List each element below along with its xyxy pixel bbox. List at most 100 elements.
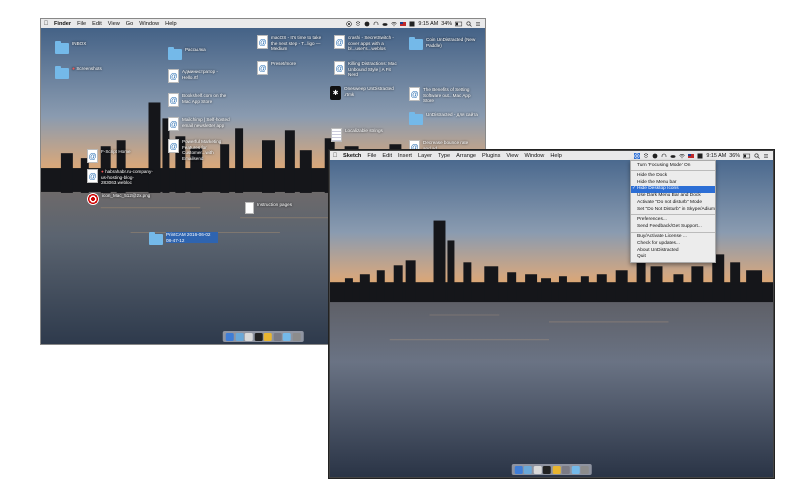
mail-icon[interactable] [235, 332, 244, 341]
menu-file[interactable]: File [364, 153, 379, 159]
sketch-icon[interactable] [552, 465, 561, 474]
desktop-icon-localizable[interactable]: Localizable strings [331, 128, 397, 142]
menu-item-dark-menu-bar[interactable]: Use Dark Menu Bar and Dock [631, 193, 715, 200]
clock[interactable]: 9:15 AM [418, 21, 438, 27]
trash-icon[interactable] [580, 465, 589, 474]
spotlight-search-icon[interactable] [754, 152, 760, 159]
desktop-icon-screenshots[interactable]: ● Screenshots [55, 66, 124, 79]
webloc-doc-icon: @ [409, 87, 420, 101]
menu-item-hide-desktop-icons[interactable]: ✓Hide Desktop Icons [631, 185, 715, 193]
menu-help[interactable]: Help [162, 21, 180, 27]
battery-icon[interactable] [455, 21, 463, 27]
menu-help[interactable]: Help [547, 153, 565, 159]
desktop-icon-printcam[interactable]: PrintCAM 2016-06-02 08-47-12 [149, 232, 218, 245]
desktop-icon-coin-undistracted[interactable]: Coin UnDistracted (New Paddle) [409, 37, 478, 50]
menu-item-preferences[interactable]: Preferences... [631, 216, 715, 223]
menu-item-hide-dock[interactable]: Hide the Dock [631, 172, 715, 179]
notification-badge-icon[interactable] [697, 153, 703, 159]
battery-icon[interactable] [743, 153, 751, 159]
webloc-doc-icon: @ [334, 61, 345, 75]
record-icon[interactable] [652, 153, 658, 159]
menu-item-skype-adium[interactable]: Set "Do Not Disturb" in Skype/Adium [631, 206, 715, 213]
finder-icon[interactable] [225, 332, 234, 341]
menu-item-check-updates[interactable]: Check for updates... [631, 240, 715, 247]
app-menu-sketch[interactable]: Sketch [340, 153, 364, 159]
menu-view[interactable]: View [503, 153, 521, 159]
desktop-icon-fscript[interactable]: @ F-Script Home [87, 149, 153, 163]
undistracted-icon[interactable] [634, 152, 641, 159]
menu-layer[interactable]: Layer [415, 153, 435, 159]
wifi-icon[interactable] [391, 21, 398, 27]
sketch-icon[interactable] [263, 332, 272, 341]
notification-center-icon[interactable] [763, 153, 769, 159]
clock[interactable]: 9:15 AM [706, 153, 726, 159]
menu-file[interactable]: File [74, 21, 89, 27]
desktop-icon-marketing[interactable]: @ Powerful Marketing Features for Custom… [168, 139, 234, 161]
desktop-icon-inbox[interactable]: INBOX [55, 41, 124, 54]
apple-menu-icon[interactable]:  [41, 21, 51, 27]
wifi-icon[interactable] [679, 153, 686, 159]
flag-icon[interactable] [688, 153, 695, 159]
menu-type[interactable]: Type [435, 153, 453, 159]
terminal-icon[interactable] [542, 465, 551, 474]
record-icon[interactable] [364, 21, 370, 27]
menu-item-focusing-mode[interactable]: Turn 'Focusing Mode' On [631, 162, 715, 169]
trash-icon[interactable] [292, 332, 301, 341]
dropbox-icon[interactable] [643, 152, 649, 159]
cloud-icon[interactable] [670, 153, 676, 159]
desktop-icon-preset[interactable]: @ Preset/more [257, 61, 323, 75]
app-icon[interactable] [273, 332, 282, 341]
menu-edit[interactable]: Edit [89, 21, 105, 27]
battery-percent[interactable]: 36% [729, 153, 740, 159]
downloads-folder-icon[interactable] [571, 465, 580, 474]
menu-window[interactable]: Window [521, 153, 547, 159]
desktop-icon-rassylka[interactable]: Рассылка [168, 47, 237, 60]
menu-item-do-not-disturb[interactable]: Activate "Do not disturb" Mode [631, 199, 715, 206]
headphones-icon[interactable] [373, 21, 379, 27]
menu-item-about[interactable]: About UnDistracted [631, 247, 715, 254]
flag-icon[interactable] [400, 21, 407, 27]
undistracted-icon[interactable] [346, 20, 353, 27]
menu-arrange[interactable]: Arrange [453, 153, 479, 159]
desktop-icon-onesweep[interactable]: ✱ Onesweep UnDistracted .rtmk [330, 86, 396, 100]
dropbox-icon[interactable] [355, 20, 361, 27]
mail-icon[interactable] [523, 465, 532, 474]
downloads-folder-icon[interactable] [282, 332, 291, 341]
menu-item-quit[interactable]: Quit [631, 254, 715, 261]
desktop-icon-crashi[interactable]: @ crashi - SecretSwitch - cover apps wit… [334, 35, 400, 52]
desktop-icon-instruction[interactable]: Instruction pages [245, 202, 309, 214]
cloud-icon[interactable] [382, 21, 388, 27]
desktop-icon-bookshelf[interactable]: @ Bookshelf.com on the Mac App Store [168, 93, 234, 107]
menu-window[interactable]: Window [136, 21, 162, 27]
menu-go[interactable]: Go [123, 21, 136, 27]
menu-view[interactable]: View [105, 21, 123, 27]
menu-item-send-feedback[interactable]: Send Feedback/Get Support... [631, 223, 715, 230]
desktop-icon-macos[interactable]: @ macOS - It's time to take the next ste… [257, 35, 323, 52]
terminal-icon[interactable] [254, 332, 263, 341]
battery-percent[interactable]: 34% [441, 21, 452, 27]
apple-menu-icon[interactable]:  [330, 153, 340, 159]
menu-edit[interactable]: Edit [379, 153, 395, 159]
notes-icon[interactable] [244, 332, 253, 341]
menu-insert[interactable]: Insert [395, 153, 415, 159]
desktop-icon-undistracted-site[interactable]: UnDistracted - для сайта [409, 112, 478, 125]
finder-icon[interactable] [514, 465, 523, 474]
desktop-icon-mailchimp[interactable]: @ Mailchimp | Self-hosted email newslett… [168, 117, 234, 131]
app-icon[interactable] [561, 465, 570, 474]
app-menu-finder[interactable]: Finder [51, 21, 74, 27]
notes-icon[interactable] [533, 465, 542, 474]
menu-item-hide-menu-bar[interactable]: Hide the Menu bar [631, 179, 715, 186]
desktop-icon-benefits[interactable]: @ The Benefits of Setting Software out..… [409, 87, 475, 104]
menu-separator [631, 231, 715, 233]
desktop-icon-killing-distractions[interactable]: @ Killing Distractions: Mac Unbound Styl… [334, 61, 400, 78]
spotlight-search-icon[interactable] [466, 20, 472, 27]
webloc-doc-icon: @ [87, 149, 98, 163]
menu-plugins[interactable]: Plugins [479, 153, 503, 159]
notification-center-icon[interactable] [475, 21, 481, 27]
desktop-icon-habrahabr[interactable]: @ ● habrahabr.ru-company-us-hosting-blog… [87, 169, 153, 186]
desktop-icon-mac-png[interactable]: icon_Mac_512@2x.png [87, 193, 154, 205]
notification-badge-icon[interactable] [409, 21, 415, 27]
desktop-icon-administrator[interactable]: @ Администратор - Hello.rtf [168, 69, 234, 83]
headphones-icon[interactable] [661, 153, 667, 159]
menu-item-buy-license[interactable]: Buy/Activate License ... [631, 234, 715, 241]
